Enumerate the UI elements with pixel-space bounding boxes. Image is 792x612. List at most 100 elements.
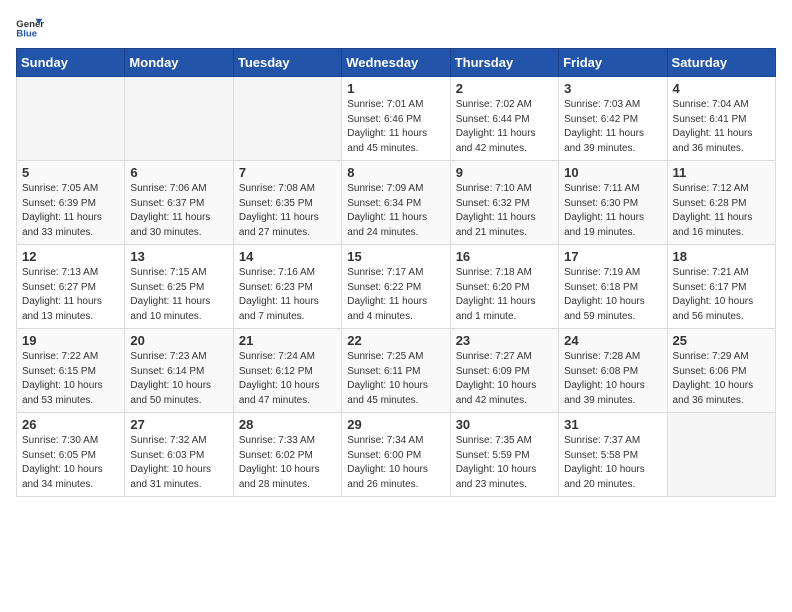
day-number: 15 — [347, 249, 444, 264]
day-info: Sunrise: 7:37 AM Sunset: 5:58 PM Dayligh… — [564, 434, 661, 492]
day-number: 17 — [564, 249, 661, 264]
calendar-cell: 10Sunrise: 7:11 AM Sunset: 6:30 PM Dayli… — [559, 161, 667, 245]
day-info: Sunrise: 7:08 AM Sunset: 6:35 PM Dayligh… — [239, 182, 336, 240]
calendar-cell: 16 Sunrise: 7:18 AM Sunset: 6:20 PM Dayli… — [450, 245, 558, 329]
day-info: Sunrise: 7:29 AM Sunset: 6:06 PM Dayligh… — [673, 350, 770, 408]
day-info: Sunrise: 7:23 AM Sunset: 6:14 PM Dayligh… — [130, 350, 227, 408]
calendar-cell: 14 Sunrise: 7:16 AM Sunset: 6:23 PM Dayli… — [233, 245, 341, 329]
calendar-cell: 6 Sunrise: 7:06 AM Sunset: 6:37 PM Daylig… — [125, 161, 233, 245]
day-info: Sunrise: 7:02 AM Sunset: 6:44 PM Dayligh… — [456, 98, 553, 156]
calendar-cell: 13Sunrise: 7:15 AM Sunset: 6:25 PM Dayli… — [125, 245, 233, 329]
calendar-cell: 5 Sunrise: 7:05 AM Sunset: 6:39 PM Daylig… — [17, 161, 125, 245]
calendar-cell: 4Sunrise: 7:04 AM Sunset: 6:41 PM Daylig… — [667, 77, 775, 161]
day-info: Sunrise: 7:03 AM Sunset: 6:42 PM Dayligh… — [564, 98, 661, 156]
dow-tuesday: Tuesday — [233, 49, 341, 77]
calendar-cell — [125, 77, 233, 161]
calendar-cell: 2 Sunrise: 7:02 AM Sunset: 6:44 PM Daylig… — [450, 77, 558, 161]
calendar-cell: 23Sunrise: 7:27 AM Sunset: 6:09 PM Dayli… — [450, 329, 558, 413]
day-number: 20 — [130, 333, 227, 348]
calendar-cell: 18 Sunrise: 7:21 AM Sunset: 6:17 PM Dayli… — [667, 245, 775, 329]
day-info: Sunrise: 7:15 AM Sunset: 6:25 PM Dayligh… — [130, 266, 227, 324]
calendar-cell: 15 Sunrise: 7:17 AM Sunset: 6:22 PM Dayli… — [342, 245, 450, 329]
day-number: 3 — [564, 81, 661, 96]
day-info: Sunrise: 7:25 AM Sunset: 6:11 PM Dayligh… — [347, 350, 444, 408]
day-number: 16 — [456, 249, 553, 264]
dow-saturday: Saturday — [667, 49, 775, 77]
dow-monday: Monday — [125, 49, 233, 77]
day-info: Sunrise: 7:18 AM Sunset: 6:20 PM Dayligh… — [456, 266, 553, 324]
calendar-week-4: 19 Sunrise: 7:22 AM Sunset: 6:15 PM Dayli… — [17, 329, 776, 413]
day-number: 24 — [564, 333, 661, 348]
calendar-cell — [17, 77, 125, 161]
day-info: Sunrise: 7:16 AM Sunset: 6:23 PM Dayligh… — [239, 266, 336, 324]
page-header: General Blue — [16, 16, 776, 38]
calendar-body: 1Sunrise: 7:01 AM Sunset: 6:46 PM Daylig… — [17, 77, 776, 497]
calendar-cell — [233, 77, 341, 161]
calendar-cell: 19 Sunrise: 7:22 AM Sunset: 6:15 PM Dayli… — [17, 329, 125, 413]
day-number: 21 — [239, 333, 336, 348]
day-info: Sunrise: 7:28 AM Sunset: 6:08 PM Dayligh… — [564, 350, 661, 408]
day-info: Sunrise: 7:35 AM Sunset: 5:59 PM Dayligh… — [456, 434, 553, 492]
day-info: Sunrise: 7:10 AM Sunset: 6:32 PM Dayligh… — [456, 182, 553, 240]
day-info: Sunrise: 7:04 AM Sunset: 6:41 PM Dayligh… — [673, 98, 770, 156]
calendar-cell: 12 Sunrise: 7:13 AM Sunset: 6:27 PM Dayli… — [17, 245, 125, 329]
calendar-cell: 22Sunrise: 7:25 AM Sunset: 6:11 PM Dayli… — [342, 329, 450, 413]
calendar-cell: 3 Sunrise: 7:03 AM Sunset: 6:42 PM Daylig… — [559, 77, 667, 161]
day-number: 6 — [130, 165, 227, 180]
day-number: 11 — [673, 165, 770, 180]
calendar-cell: 20 Sunrise: 7:23 AM Sunset: 6:14 PM Dayli… — [125, 329, 233, 413]
day-number: 8 — [347, 165, 444, 180]
calendar-cell: 27Sunrise: 7:32 AM Sunset: 6:03 PM Dayli… — [125, 413, 233, 497]
calendar-cell: 31 Sunrise: 7:37 AM Sunset: 5:58 PM Dayli… — [559, 413, 667, 497]
calendar-week-5: 26Sunrise: 7:30 AM Sunset: 6:05 PM Dayli… — [17, 413, 776, 497]
day-info: Sunrise: 7:22 AM Sunset: 6:15 PM Dayligh… — [22, 350, 119, 408]
calendar-cell: 28 Sunrise: 7:33 AM Sunset: 6:02 PM Dayli… — [233, 413, 341, 497]
calendar-cell: 29 Sunrise: 7:34 AM Sunset: 6:00 PM Dayli… — [342, 413, 450, 497]
day-number: 28 — [239, 417, 336, 432]
calendar-table: SundayMondayTuesdayWednesdayThursdayFrid… — [16, 48, 776, 497]
day-info: Sunrise: 7:34 AM Sunset: 6:00 PM Dayligh… — [347, 434, 444, 492]
calendar-cell: 21 Sunrise: 7:24 AM Sunset: 6:12 PM Dayli… — [233, 329, 341, 413]
day-number: 5 — [22, 165, 119, 180]
day-number: 10 — [564, 165, 661, 180]
day-number: 29 — [347, 417, 444, 432]
day-number: 9 — [456, 165, 553, 180]
day-number: 1 — [347, 81, 444, 96]
calendar-cell: 11 Sunrise: 7:12 AM Sunset: 6:28 PM Dayli… — [667, 161, 775, 245]
day-number: 25 — [673, 333, 770, 348]
day-number: 7 — [239, 165, 336, 180]
day-number: 12 — [22, 249, 119, 264]
day-info: Sunrise: 7:12 AM Sunset: 6:28 PM Dayligh… — [673, 182, 770, 240]
calendar-week-3: 12 Sunrise: 7:13 AM Sunset: 6:27 PM Dayli… — [17, 245, 776, 329]
day-number: 27 — [130, 417, 227, 432]
day-info: Sunrise: 7:24 AM Sunset: 6:12 PM Dayligh… — [239, 350, 336, 408]
dow-friday: Friday — [559, 49, 667, 77]
calendar-cell: 17Sunrise: 7:19 AM Sunset: 6:18 PM Dayli… — [559, 245, 667, 329]
calendar-cell: 24 Sunrise: 7:28 AM Sunset: 6:08 PM Dayli… — [559, 329, 667, 413]
day-info: Sunrise: 7:13 AM Sunset: 6:27 PM Dayligh… — [22, 266, 119, 324]
day-info: Sunrise: 7:06 AM Sunset: 6:37 PM Dayligh… — [130, 182, 227, 240]
day-number: 31 — [564, 417, 661, 432]
calendar-cell: 8 Sunrise: 7:09 AM Sunset: 6:34 PM Daylig… — [342, 161, 450, 245]
day-info: Sunrise: 7:05 AM Sunset: 6:39 PM Dayligh… — [22, 182, 119, 240]
day-number: 18 — [673, 249, 770, 264]
dow-sunday: Sunday — [17, 49, 125, 77]
svg-text:Blue: Blue — [16, 29, 37, 38]
day-info: Sunrise: 7:33 AM Sunset: 6:02 PM Dayligh… — [239, 434, 336, 492]
calendar-week-1: 1Sunrise: 7:01 AM Sunset: 6:46 PM Daylig… — [17, 77, 776, 161]
day-info: Sunrise: 7:21 AM Sunset: 6:17 PM Dayligh… — [673, 266, 770, 324]
day-number: 2 — [456, 81, 553, 96]
logo: General Blue — [16, 16, 48, 38]
calendar-week-2: 5 Sunrise: 7:05 AM Sunset: 6:39 PM Daylig… — [17, 161, 776, 245]
day-info: Sunrise: 7:17 AM Sunset: 6:22 PM Dayligh… — [347, 266, 444, 324]
day-info: Sunrise: 7:30 AM Sunset: 6:05 PM Dayligh… — [22, 434, 119, 492]
day-info: Sunrise: 7:09 AM Sunset: 6:34 PM Dayligh… — [347, 182, 444, 240]
dow-wednesday: Wednesday — [342, 49, 450, 77]
day-number: 14 — [239, 249, 336, 264]
day-number: 23 — [456, 333, 553, 348]
day-of-week-header-row: SundayMondayTuesdayWednesdayThursdayFrid… — [17, 49, 776, 77]
calendar-cell: 9 Sunrise: 7:10 AM Sunset: 6:32 PM Daylig… — [450, 161, 558, 245]
day-number: 30 — [456, 417, 553, 432]
day-number: 19 — [22, 333, 119, 348]
calendar-cell: 26Sunrise: 7:30 AM Sunset: 6:05 PM Dayli… — [17, 413, 125, 497]
